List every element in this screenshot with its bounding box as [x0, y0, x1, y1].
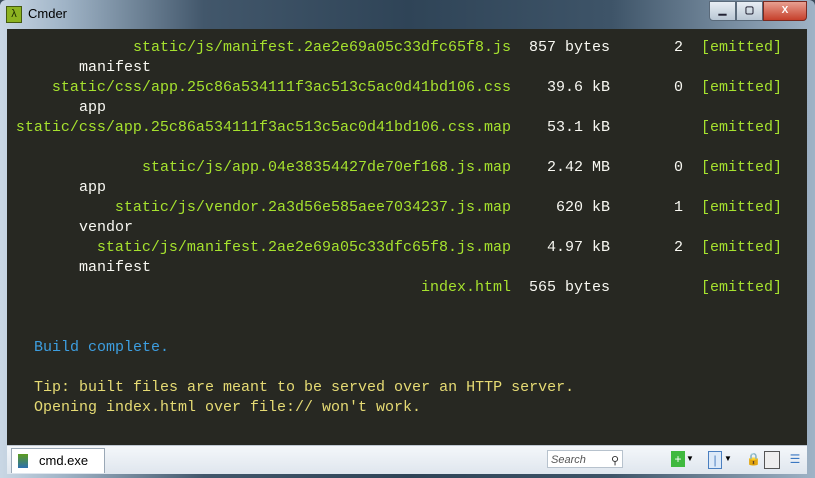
tip-line: Tip: built files are meant to be served … [34, 379, 575, 396]
emitted-status: [emitted] [701, 119, 783, 136]
asset-name: static/js/manifest.2ae2e69a05c33dfc65f8.… [132, 39, 511, 56]
chunk-name: vendor [79, 219, 134, 236]
chunk-id: 0 [673, 159, 683, 176]
tab-label: cmd.exe [39, 453, 89, 468]
terminal-line: static/js/vendor.2a3d56e585aee7034237.js… [7, 198, 807, 218]
layout-icon[interactable] [764, 451, 780, 469]
terminal-line: index.html 565 bytes [emitted] [7, 278, 807, 298]
title-bar[interactable]: λ Cmder ▁ ▢ X [0, 0, 815, 28]
terminal-line: app [7, 98, 807, 118]
asset-name: static/css/app.25c86a534111f3ac513c5ac0d… [15, 119, 511, 136]
asset-name: index.html [420, 279, 511, 296]
build-complete-message: Build complete. [34, 339, 170, 356]
asset-name: static/js/manifest.2ae2e69a05c33dfc65f8.… [96, 239, 511, 256]
minimize-button[interactable]: ▁ [709, 1, 736, 21]
chunk-name: app [79, 179, 107, 196]
lambda-icon: λ [6, 6, 22, 23]
terminal-line: static/css/app.25c86a534111f3ac513c5ac0d… [7, 78, 807, 98]
chunk-id: 2 [673, 39, 683, 56]
asset-size: 857 bytes [528, 39, 610, 56]
console-list-icon[interactable]: | [708, 451, 722, 469]
asset-name: static/css/app.25c86a534111f3ac513c5ac0d… [51, 79, 511, 96]
terminal-line: static/js/manifest.2ae2e69a05c33dfc65f8.… [7, 38, 807, 58]
terminal-line: app [7, 178, 807, 198]
minimize-icon: ▁ [718, 5, 727, 16]
emitted-status: [emitted] [701, 159, 783, 176]
emitted-status: [emitted] [701, 39, 783, 56]
close-icon: X [781, 5, 789, 16]
status-bar: cmd.exe Search ⚲ + ▼ | ▼ 🔒 ☰ [7, 445, 807, 474]
cmd-icon [18, 454, 28, 468]
asset-name: static/js/app.04e38354427de70ef168.js.ma… [141, 159, 511, 176]
terminal-line: manifest [7, 258, 807, 278]
search-icon: ⚲ [610, 455, 619, 467]
asset-size: 53.1 kB [546, 119, 610, 136]
asset-size: 4.97 kB [546, 239, 610, 256]
emitted-status: [emitted] [701, 239, 783, 256]
terminal-output[interactable]: static/js/manifest.2ae2e69a05c33dfc65f8.… [7, 29, 807, 445]
terminal-line: vendor [7, 218, 807, 238]
maximize-button[interactable]: ▢ [736, 1, 763, 21]
asset-size: 565 bytes [528, 279, 610, 296]
chunk-name: manifest [79, 259, 152, 276]
terminal-line: static/js/app.04e38354427de70ef168.js.ma… [7, 158, 807, 178]
chunk-name: manifest [79, 59, 152, 76]
chevron-down-icon[interactable]: ▼ [724, 451, 732, 467]
lock-icon[interactable]: 🔒 [746, 451, 761, 467]
asset-size: 39.6 kB [546, 79, 610, 96]
terminal-line: manifest [7, 58, 807, 78]
window-title: Cmder [28, 6, 68, 21]
chunk-id: 2 [673, 239, 683, 256]
emitted-status: [emitted] [701, 279, 783, 296]
menu-icon[interactable]: ☰ [788, 451, 802, 467]
new-console-icon[interactable]: + [671, 451, 685, 467]
terminal-line: static/js/manifest.2ae2e69a05c33dfc65f8.… [7, 238, 807, 258]
window-frame: λ Cmder ▁ ▢ X static/js/manifest.2ae2e69… [0, 0, 815, 478]
asset-name: static/js/vendor.2a3d56e585aee7034237.js… [114, 199, 511, 216]
maximize-icon: ▢ [744, 5, 755, 16]
asset-size: 620 kB [555, 199, 610, 216]
search-input[interactable]: Search ⚲ [547, 450, 623, 468]
chunk-id: 0 [673, 79, 683, 96]
close-button[interactable]: X [763, 1, 807, 21]
chevron-down-icon[interactable]: ▼ [686, 451, 694, 467]
terminal-line: static/css/app.25c86a534111f3ac513c5ac0d… [7, 118, 807, 138]
search-placeholder: Search [551, 454, 586, 466]
chunk-name: app [79, 99, 107, 116]
chunk-id: 1 [673, 199, 683, 216]
tab-cmd-exe[interactable]: cmd.exe [11, 448, 105, 473]
emitted-status: [emitted] [701, 199, 783, 216]
tip-line: Opening index.html over file:// won't wo… [34, 399, 422, 416]
asset-size: 2.42 MB [546, 159, 610, 176]
emitted-status: [emitted] [701, 79, 783, 96]
